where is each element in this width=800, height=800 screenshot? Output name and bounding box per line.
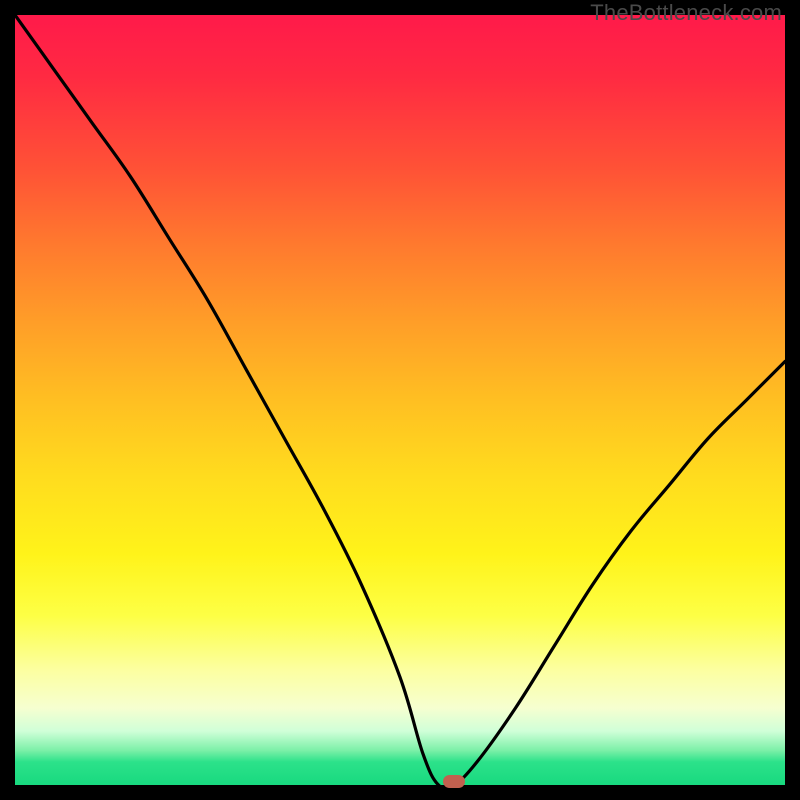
chart-plot-area bbox=[15, 15, 785, 785]
optimal-point-marker bbox=[443, 775, 465, 788]
bottleneck-curve bbox=[15, 15, 785, 785]
watermark-text: TheBottleneck.com bbox=[590, 0, 782, 26]
